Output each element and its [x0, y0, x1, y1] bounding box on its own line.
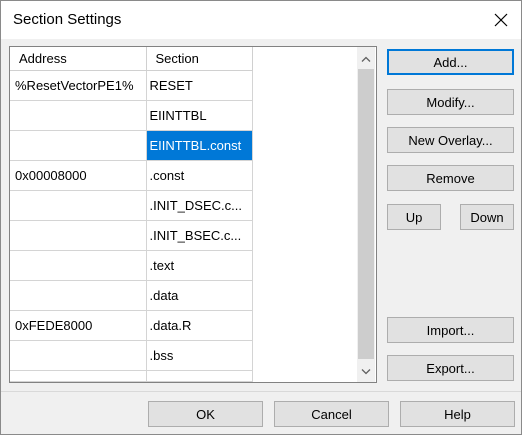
footer-divider: [1, 391, 521, 392]
scroll-thumb[interactable]: [358, 69, 374, 359]
table-row[interactable]: %ResetVectorPE1% RESET: [10, 70, 253, 101]
column-header-section[interactable]: Section: [146, 47, 253, 71]
table-row[interactable]: .INIT_BSEC.c...: [10, 220, 253, 251]
section-cell: .const: [146, 160, 253, 191]
table-row[interactable]: 0xFEDE8000 .data.R: [10, 310, 253, 341]
address-cell: [10, 130, 147, 161]
close-button[interactable]: [487, 7, 515, 33]
section-cell: .text: [146, 250, 253, 281]
table-row[interactable]: EIINTTBL: [10, 100, 253, 131]
section-cell: .data.R: [146, 310, 253, 341]
section-cell: .INIT_BSEC.c...: [146, 220, 253, 251]
address-cell: [10, 190, 147, 221]
scroll-up-button[interactable]: [357, 50, 375, 68]
address-cell: 0xFEDE8000: [10, 310, 147, 341]
section-cell: EIINTTBL: [146, 100, 253, 131]
section-cell: [146, 370, 253, 382]
table-row[interactable]: 0x00008000 .const: [10, 160, 253, 191]
scroll-down-button[interactable]: [357, 363, 375, 381]
table-header-row: Address Section: [10, 47, 253, 71]
table-row-selected[interactable]: EIINTTBL.const: [10, 130, 253, 161]
add-button[interactable]: Add...: [387, 49, 514, 75]
address-cell: [10, 250, 147, 281]
help-button[interactable]: Help: [400, 401, 515, 427]
up-button[interactable]: Up: [387, 204, 441, 230]
section-cell-selected: EIINTTBL.const: [146, 130, 253, 161]
table-row[interactable]: .text: [10, 250, 253, 281]
title-bar: Section Settings: [1, 1, 521, 39]
close-icon: [494, 13, 508, 27]
address-cell: [10, 220, 147, 251]
address-cell: [10, 100, 147, 131]
section-list[interactable]: Address Section %ResetVectorPE1% RESET E…: [9, 46, 377, 383]
address-cell: [10, 370, 147, 382]
export-button[interactable]: Export...: [387, 355, 514, 381]
section-settings-dialog: Section Settings Address Section %ResetV…: [0, 0, 522, 435]
chevron-up-icon: [361, 56, 371, 62]
section-cell: .data: [146, 280, 253, 311]
table-row[interactable]: .INIT_DSEC.c...: [10, 190, 253, 221]
table-row[interactable]: .bss: [10, 340, 253, 371]
new-overlay-button[interactable]: New Overlay...: [387, 127, 514, 153]
address-cell: [10, 340, 147, 371]
vertical-scrollbar[interactable]: [357, 47, 375, 382]
section-cell-text: EIINTTBL.const: [149, 138, 242, 153]
table-row[interactable]: .data: [10, 280, 253, 311]
chevron-down-icon: [361, 369, 371, 375]
ok-button[interactable]: OK: [148, 401, 263, 427]
address-cell: %ResetVectorPE1%: [10, 70, 147, 101]
cancel-button[interactable]: Cancel: [274, 401, 389, 427]
address-cell: [10, 280, 147, 311]
import-button[interactable]: Import...: [387, 317, 514, 343]
address-cell: 0x00008000: [10, 160, 147, 191]
section-cell: RESET: [146, 70, 253, 101]
down-button[interactable]: Down: [460, 204, 514, 230]
section-cell: .INIT_DSEC.c...: [146, 190, 253, 221]
column-header-address[interactable]: Address: [10, 47, 147, 71]
table-row-partial: [10, 370, 253, 382]
remove-button[interactable]: Remove: [387, 165, 514, 191]
section-cell: .bss: [146, 340, 253, 371]
section-table: Address Section %ResetVectorPE1% RESET E…: [10, 47, 253, 382]
dialog-title: Section Settings: [13, 11, 122, 28]
modify-button[interactable]: Modify...: [387, 89, 514, 115]
